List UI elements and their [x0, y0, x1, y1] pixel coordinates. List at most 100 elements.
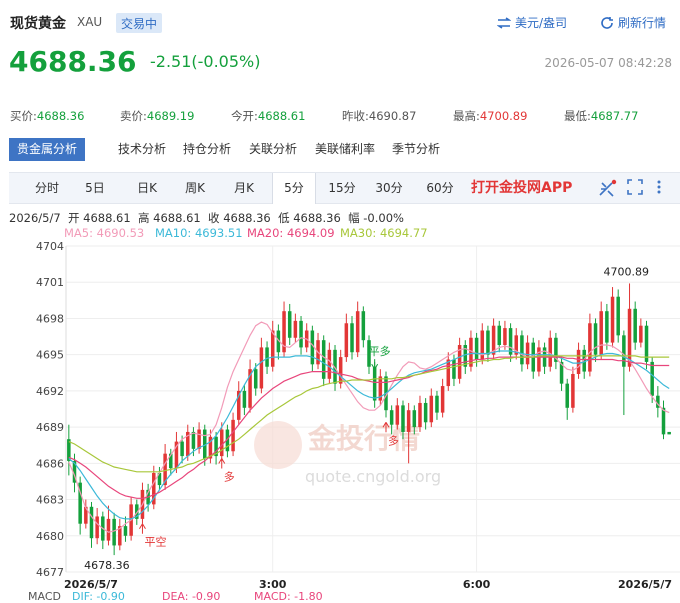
refresh-button[interactable]: 刷新行情: [600, 14, 666, 31]
candle-body: [412, 410, 417, 428]
x-tick-label: 6:00: [463, 578, 491, 591]
candle-body: [667, 431, 671, 435]
candle-body: [259, 347, 264, 389]
tab-period-30min[interactable]: 30分: [371, 173, 407, 203]
open: 今开:4688.61: [231, 109, 306, 123]
tab-period-5day[interactable]: 5日: [77, 173, 113, 203]
y-tick-label: 4683: [36, 494, 64, 507]
candle-body: [253, 369, 258, 389]
tab-precious-metal-analysis[interactable]: 贵金属分析: [9, 138, 86, 161]
candle-body: [644, 325, 649, 362]
high-annotation: 4700.89: [604, 265, 650, 278]
candle-body: [588, 323, 592, 372]
candle-body: [616, 296, 620, 336]
candle-body: [486, 330, 490, 355]
candle-body: [191, 431, 196, 449]
signal-label: 多: [388, 433, 399, 447]
candle-body: [571, 373, 575, 408]
refresh-icon: [601, 16, 613, 29]
price-change: -2.51(-0.05%): [150, 52, 261, 71]
open-app-link[interactable]: 打开金投网APP: [471, 173, 572, 203]
instrument-title: 现货黄金: [10, 16, 66, 32]
candle-body: [361, 311, 366, 341]
candle-body: [610, 296, 615, 343]
candle-body: [474, 337, 479, 360]
draw-tool-icon[interactable]: [597, 179, 617, 203]
kline-chart[interactable]: 金投行情 quote.cngold.org 4704 4701 4698 4695 46…: [0, 0, 680, 596]
tab-period-intraday[interactable]: 分时: [27, 173, 67, 203]
candle-body: [639, 325, 643, 343]
y-tick-label: 4704: [36, 240, 64, 253]
instrument-code: XAU: [77, 15, 103, 29]
candle-body: [418, 402, 422, 428]
ma30-legend: MA30: 4694.77: [340, 226, 428, 240]
candle-body: [599, 311, 603, 355]
tab-fed-rate[interactable]: 美联储利率: [315, 138, 375, 161]
tab-correlation-analysis[interactable]: 关联分析: [249, 138, 297, 161]
candle-body: [446, 359, 451, 387]
candle-body: [627, 308, 632, 367]
currency-button[interactable]: 美元/盎司: [497, 14, 567, 31]
y-tick-label: 4686: [36, 457, 64, 470]
signal-arrow: [139, 523, 146, 534]
candle-body: [537, 347, 541, 372]
candle-body: [429, 395, 434, 423]
ma5-legend: MA5: 4690.53: [64, 226, 145, 240]
candle-body: [287, 311, 292, 338]
y-tick-label: 4701: [36, 276, 64, 289]
candle-body: [89, 506, 94, 539]
tab-period-day[interactable]: 日K: [127, 173, 167, 203]
tab-period-60min[interactable]: 60分: [422, 173, 458, 203]
y-tick-label: 4689: [36, 421, 64, 434]
candle-body: [548, 337, 552, 367]
candle-body: [219, 429, 224, 457]
status-badge: 交易中: [116, 13, 163, 33]
x-axis: 2026/5/7 3:00 6:00 2026/5/7: [64, 578, 672, 591]
tab-position-analysis[interactable]: 持仓分析: [183, 138, 231, 161]
quote-time: 2026-05-07 08:42:28: [544, 56, 672, 70]
y-tick-label: 4695: [36, 349, 64, 362]
watermark-url: quote.cngold.org: [305, 467, 441, 486]
candle-body: [344, 323, 349, 358]
period-tabs: 分时 5日 日K 周K 月K 5分 15分 30分 60分 打开金投网APP: [9, 172, 680, 204]
candles: [67, 283, 671, 556]
low: 最低:4687.77: [564, 109, 639, 123]
signal-label: 多: [224, 470, 235, 484]
swap-icon: [497, 16, 511, 29]
annotations: 4678.36 4700.89 平空 多 平多多: [84, 265, 649, 572]
candle-body: [661, 407, 666, 435]
candle-body: [123, 526, 128, 536]
candle-body: [265, 347, 269, 367]
tab-period-5min[interactable]: 5分: [272, 173, 316, 204]
candle-body: [197, 429, 201, 449]
tab-seasonal-analysis[interactable]: 季节分析: [392, 138, 440, 161]
candle-body: [423, 402, 428, 423]
tab-period-week[interactable]: 周K: [175, 173, 215, 203]
candle-body: [338, 357, 343, 384]
x-tick-label: 2026/5/7: [618, 578, 672, 591]
ask: 卖价:4689.19: [120, 109, 195, 123]
tab-technical-analysis[interactable]: 技术分析: [118, 138, 166, 161]
candle-body: [593, 323, 598, 355]
candle-body: [389, 410, 394, 425]
signal-label: 平空: [144, 535, 166, 549]
candle-body: [231, 419, 235, 452]
candle-body: [293, 320, 298, 338]
last-price: 4688.36: [9, 45, 137, 78]
tab-period-15min[interactable]: 15分: [324, 173, 360, 203]
candle-body: [372, 366, 377, 401]
candle-body: [406, 410, 411, 432]
candle-body: [355, 311, 360, 353]
dea-value: DEA: -0.90: [162, 590, 221, 603]
y-tick-label: 4680: [36, 530, 64, 543]
candle-body: [503, 328, 507, 346]
y-tick-label: 4698: [36, 312, 64, 325]
candle-body: [321, 340, 326, 379]
more-icon[interactable]: [656, 179, 662, 199]
candle-body: [95, 516, 99, 539]
ma10-legend: MA10: 4693.51: [155, 226, 243, 240]
tab-period-month[interactable]: 月K: [224, 173, 264, 203]
fullscreen-icon[interactable]: [627, 179, 643, 199]
quote-row: 买价:4688.36 卖价:4689.19 今开:4688.61 昨收:4690…: [10, 108, 678, 124]
candle-body: [565, 383, 569, 408]
